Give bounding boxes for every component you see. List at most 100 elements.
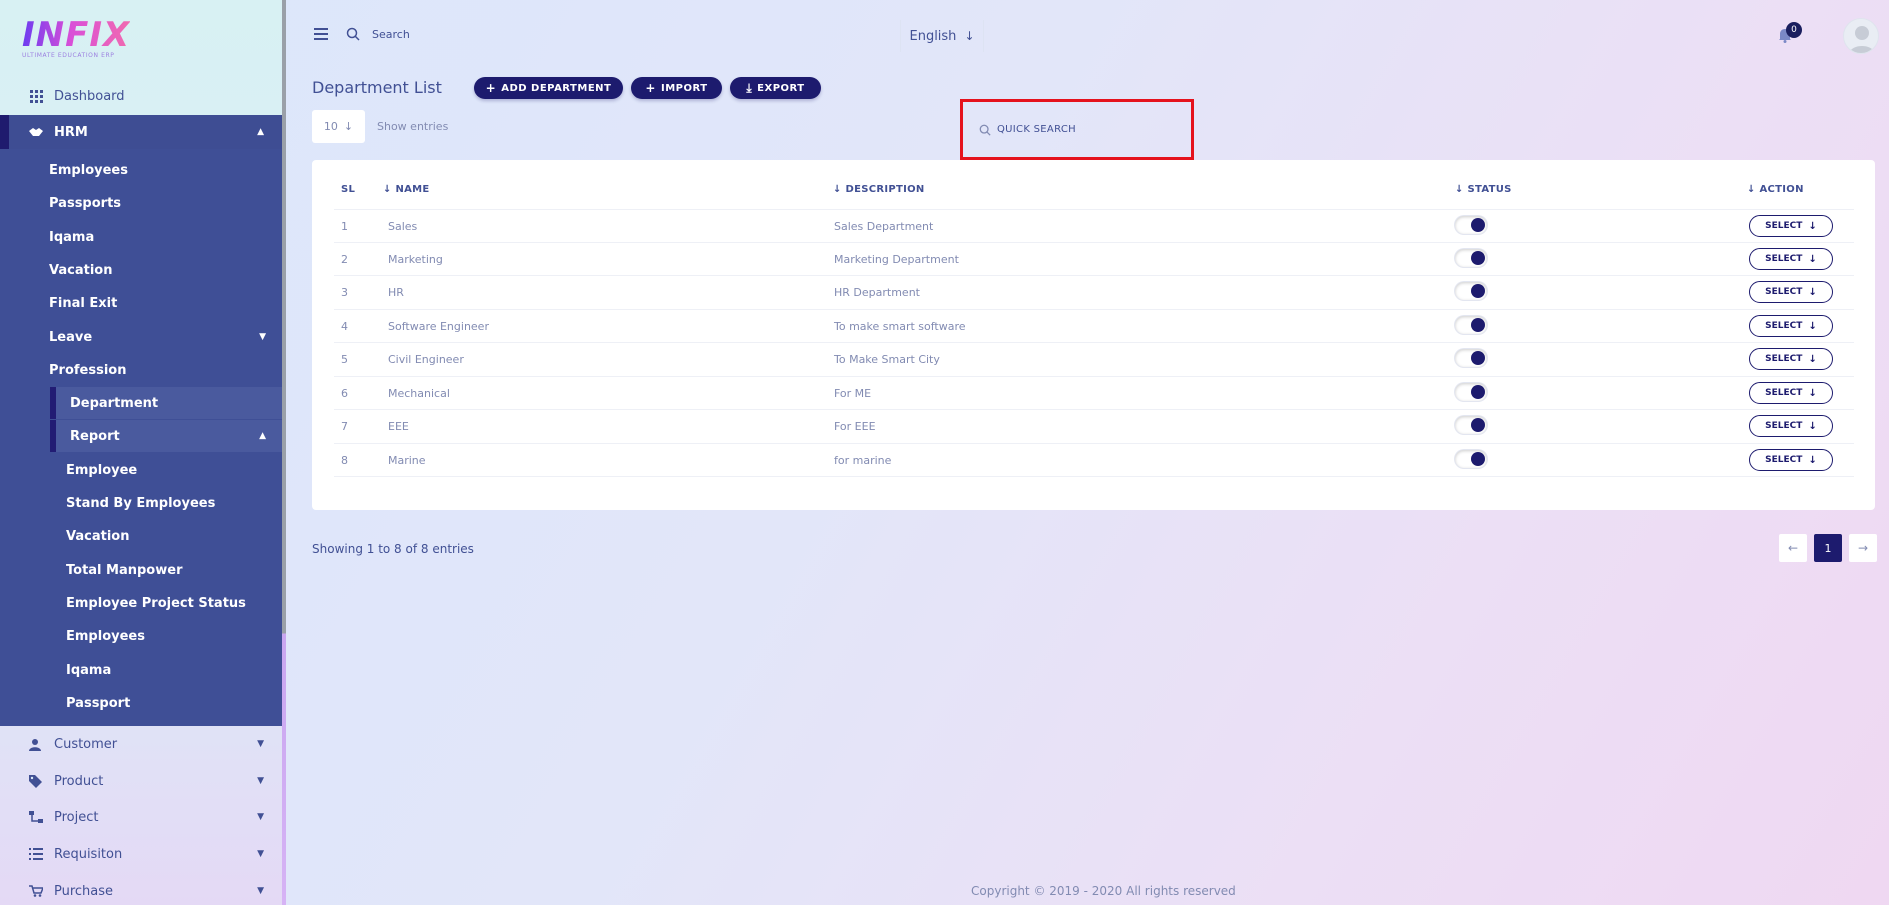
sidebar-item-vacation[interactable]: Vacation bbox=[49, 255, 282, 285]
cell-name: Civil Engineer bbox=[388, 353, 464, 366]
select-button[interactable]: SELECT ↓ bbox=[1749, 415, 1833, 437]
menu-icon[interactable] bbox=[314, 28, 328, 40]
sidebar-item-product[interactable]: Product ▼ bbox=[0, 765, 282, 797]
arrow-down-icon: ↓ bbox=[1808, 286, 1817, 298]
arrow-right-icon: → bbox=[1857, 541, 1869, 555]
select-button[interactable]: SELECT ↓ bbox=[1749, 382, 1833, 404]
sidebar-item-hrm[interactable]: HRM ▲ bbox=[0, 115, 282, 149]
cart-icon bbox=[28, 883, 44, 899]
export-button[interactable]: ⤓ EXPORT bbox=[730, 77, 821, 99]
avatar[interactable] bbox=[1843, 18, 1879, 54]
sidebar-item-iqama[interactable]: Iqama bbox=[49, 222, 282, 252]
select-button[interactable]: SELECT ↓ bbox=[1749, 281, 1833, 303]
quick-search-input[interactable] bbox=[997, 119, 1177, 139]
column-header-name[interactable]: ↓ NAME bbox=[383, 184, 430, 195]
cell-description: HR Department bbox=[834, 286, 920, 299]
entries-select[interactable]: 10 ↓ bbox=[312, 110, 365, 143]
arrow-down-icon: ↓ bbox=[1455, 184, 1468, 195]
sidebar-item-report-employee[interactable]: Employee bbox=[66, 455, 282, 485]
sidebar-item-label: Customer bbox=[54, 736, 118, 752]
sidebar-item-project[interactable]: Project ▼ bbox=[0, 801, 282, 833]
sidebar-item-stand-by-employees[interactable]: Stand By Employees bbox=[66, 488, 282, 518]
arrow-down-icon: ↓ bbox=[1808, 353, 1817, 365]
arrow-left-icon: ← bbox=[1787, 541, 1799, 555]
caret-down-icon: ▼ bbox=[257, 886, 264, 896]
sidebar-item-report-vacation[interactable]: Vacation bbox=[66, 521, 282, 551]
status-toggle[interactable] bbox=[1455, 216, 1487, 234]
sidebar-item-employee-project-status[interactable]: Employee Project Status bbox=[66, 588, 282, 618]
cell-description: To Make Smart City bbox=[834, 353, 940, 366]
tags-icon bbox=[28, 773, 44, 789]
sidebar-item-report-passport[interactable]: Passport bbox=[66, 688, 282, 718]
sidebar-item-label: Requisiton bbox=[54, 846, 123, 862]
cell-name: HR bbox=[388, 286, 404, 299]
toggle-knob bbox=[1471, 284, 1485, 298]
caret-down-icon: ▼ bbox=[257, 739, 264, 749]
column-header-status[interactable]: ↓ STATUS bbox=[1455, 184, 1512, 195]
sidebar-item-dashboard[interactable]: Dashboard bbox=[0, 80, 282, 112]
cell-description: For ME bbox=[834, 387, 872, 400]
cell-sl: 1 bbox=[341, 220, 348, 233]
page-button-current[interactable]: 1 bbox=[1814, 534, 1842, 562]
table-divider bbox=[334, 476, 1854, 477]
column-header-action[interactable]: ↓ ACTION bbox=[1747, 184, 1804, 195]
cell-description: Sales Department bbox=[834, 220, 934, 233]
sidebar-item-report[interactable]: Report ▲ bbox=[50, 420, 282, 452]
sidebar-item-leave[interactable]: Leave ▼ bbox=[49, 322, 282, 352]
sidebar-item-department[interactable]: Department bbox=[50, 387, 282, 419]
select-button[interactable]: SELECT ↓ bbox=[1749, 215, 1833, 237]
sidebar-item-label: Passport bbox=[66, 695, 131, 711]
active-indicator bbox=[50, 387, 56, 419]
sidebar-item-passports[interactable]: Passports bbox=[49, 188, 282, 218]
active-indicator bbox=[50, 420, 56, 452]
toggle-knob bbox=[1471, 385, 1485, 399]
add-department-button[interactable]: + ADD DEPARTMENT bbox=[474, 77, 623, 99]
status-toggle[interactable] bbox=[1455, 450, 1487, 468]
cell-sl: 8 bbox=[341, 454, 348, 467]
select-button[interactable]: SELECT ↓ bbox=[1749, 449, 1833, 471]
sidebar-item-report-iqama[interactable]: Iqama bbox=[66, 655, 282, 685]
sidebar-item-label: Total Manpower bbox=[66, 562, 183, 578]
status-toggle[interactable] bbox=[1455, 316, 1487, 334]
sidebar-item-label: Vacation bbox=[49, 262, 113, 278]
next-page-button[interactable]: → bbox=[1849, 534, 1877, 562]
sidebar-item-label: Report bbox=[70, 428, 120, 444]
select-button[interactable]: SELECT ↓ bbox=[1749, 348, 1833, 370]
select-button[interactable]: SELECT ↓ bbox=[1749, 315, 1833, 337]
logo[interactable]: INFIX ULTIMATE EDUCATION ERP bbox=[22, 16, 130, 59]
cell-name: Sales bbox=[388, 220, 418, 233]
cell-description: Marketing Department bbox=[834, 253, 959, 266]
button-label: SELECT bbox=[1765, 455, 1803, 465]
sidebar-item-customer[interactable]: Customer ▼ bbox=[0, 728, 282, 760]
column-header-description[interactable]: ↓ DESCRIPTION bbox=[833, 184, 925, 195]
sidebar-item-requisiton[interactable]: Requisiton ▼ bbox=[0, 838, 282, 870]
sidebar-item-profession[interactable]: Profession bbox=[49, 355, 282, 385]
status-toggle[interactable] bbox=[1455, 282, 1487, 300]
status-toggle[interactable] bbox=[1455, 349, 1487, 367]
import-button[interactable]: + IMPORT bbox=[631, 77, 722, 99]
status-toggle[interactable] bbox=[1455, 249, 1487, 267]
language-select[interactable]: English ↓ bbox=[900, 20, 984, 52]
sidebar-item-purchase[interactable]: Purchase ▼ bbox=[0, 875, 282, 905]
status-toggle[interactable] bbox=[1455, 383, 1487, 401]
footer-copyright: Copyright © 2019 - 2020 All rights reser… bbox=[971, 884, 1236, 898]
button-label: ADD DEPARTMENT bbox=[501, 82, 612, 94]
cell-description: To make smart software bbox=[834, 320, 966, 333]
user-icon bbox=[28, 736, 44, 752]
sidebar-item-report-employees[interactable]: Employees bbox=[66, 621, 282, 651]
toggle-knob bbox=[1471, 251, 1485, 265]
button-label: SELECT bbox=[1765, 254, 1803, 264]
cell-name: EEE bbox=[388, 420, 409, 433]
prev-page-button[interactable]: ← bbox=[1779, 534, 1807, 562]
search-input[interactable] bbox=[372, 24, 672, 44]
select-button[interactable]: SELECT ↓ bbox=[1749, 248, 1833, 270]
sidebar-item-label: Employees bbox=[49, 162, 128, 178]
caret-up-icon: ▲ bbox=[259, 431, 266, 441]
sidebar-item-employees[interactable]: Employees bbox=[49, 155, 282, 185]
status-toggle[interactable] bbox=[1455, 416, 1487, 434]
sidebar-item-final-exit[interactable]: Final Exit bbox=[49, 288, 282, 318]
sidebar-scrollbar[interactable] bbox=[282, 0, 286, 905]
table-row: 5 Civil Engineer To Make Smart City SELE… bbox=[334, 342, 1854, 375]
cell-sl: 5 bbox=[341, 353, 348, 366]
sidebar-item-total-manpower[interactable]: Total Manpower bbox=[66, 555, 282, 585]
